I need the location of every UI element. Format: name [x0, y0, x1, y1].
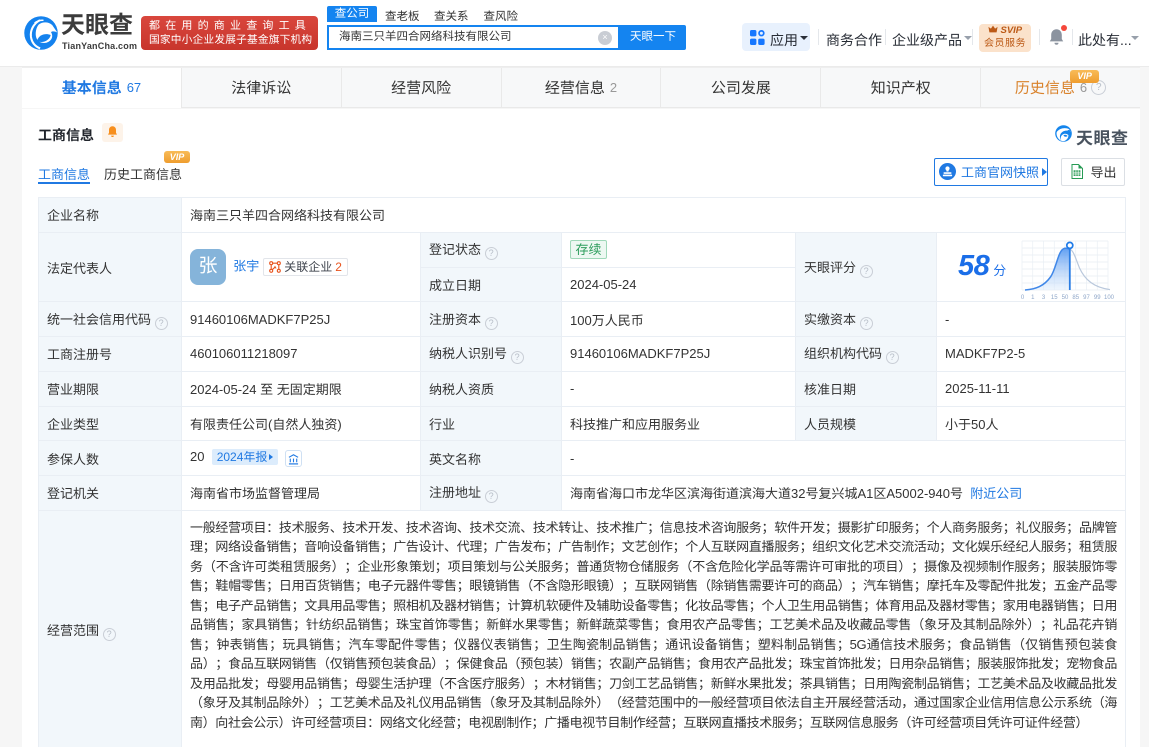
svg-text:85: 85 — [1072, 295, 1079, 301]
svg-text:50: 50 — [1062, 295, 1069, 301]
svg-text:100: 100 — [1104, 295, 1115, 301]
svg-text:99: 99 — [1094, 295, 1101, 301]
svg-text:97: 97 — [1083, 295, 1090, 301]
svg-text:15: 15 — [1051, 295, 1058, 301]
svg-text:1: 1 — [1031, 295, 1035, 301]
svg-text:3: 3 — [1042, 295, 1046, 301]
svg-text:0: 0 — [1021, 295, 1025, 301]
